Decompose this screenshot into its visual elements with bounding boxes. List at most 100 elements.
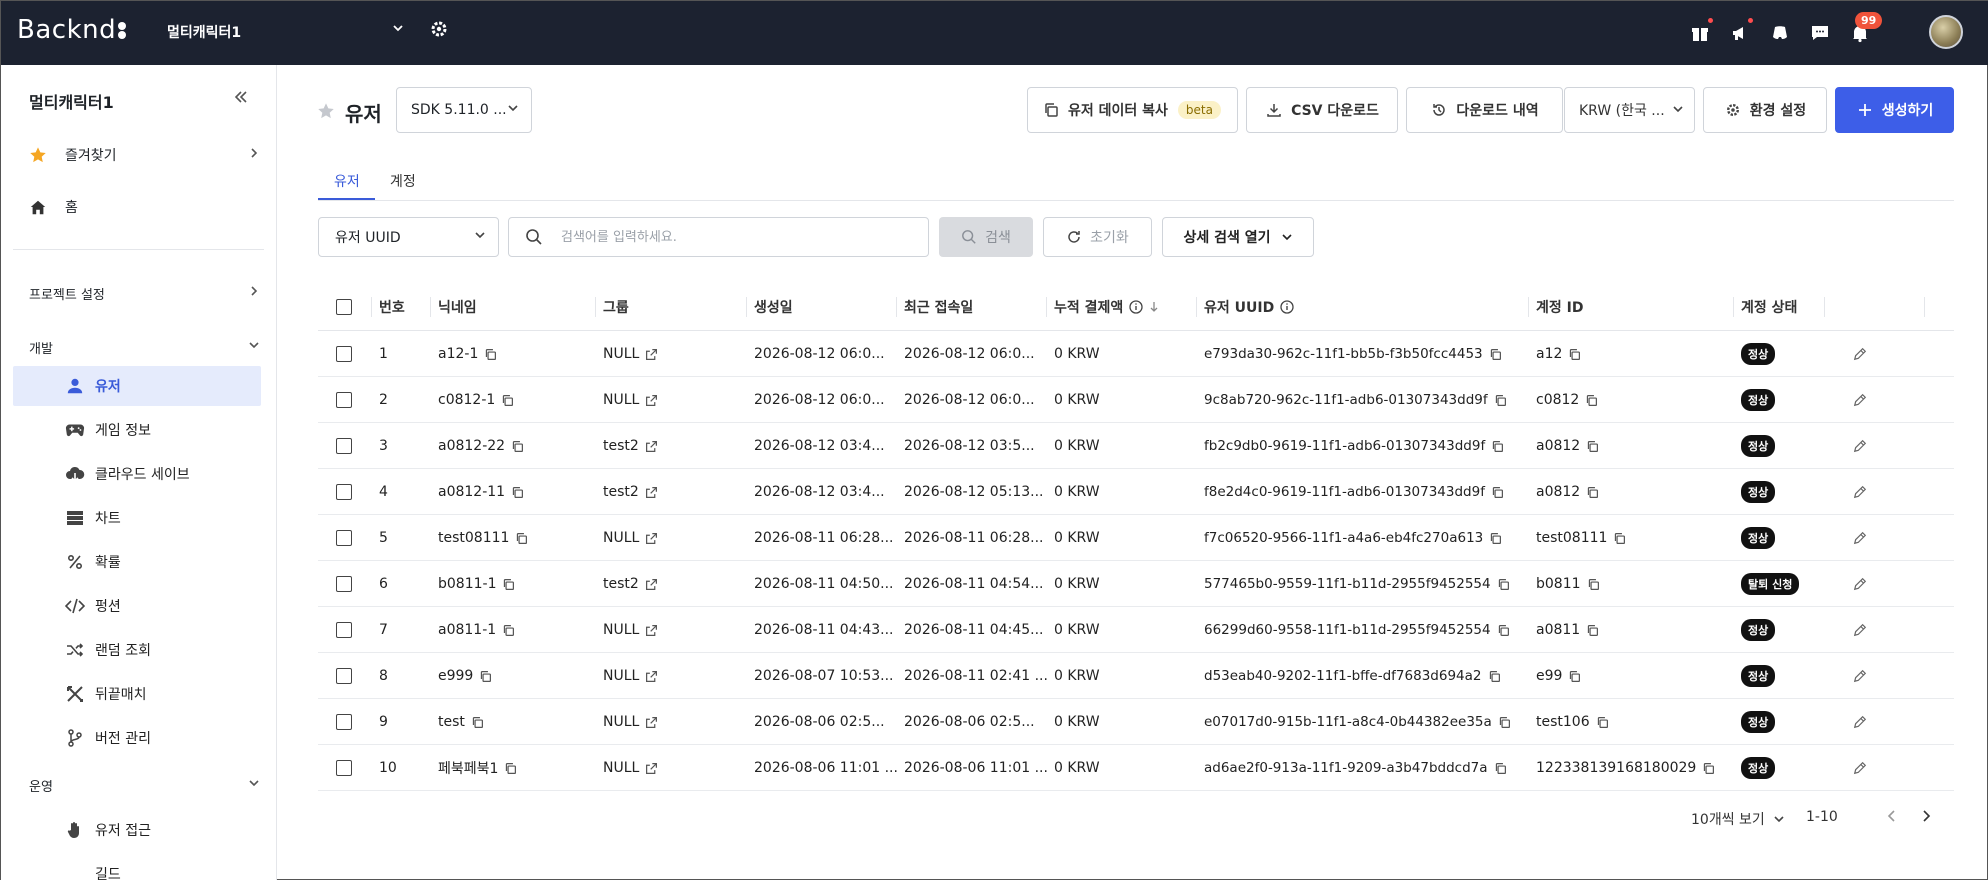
external-link-icon[interactable] bbox=[645, 624, 658, 637]
copy-icon[interactable] bbox=[471, 716, 484, 729]
favorite-star-icon[interactable] bbox=[317, 101, 335, 125]
sidebar-ops-section[interactable]: 운영 bbox=[29, 773, 260, 797]
copy-icon[interactable] bbox=[1596, 716, 1609, 729]
currency-select[interactable]: KRW (한국 ... bbox=[1564, 87, 1695, 133]
copy-icon[interactable] bbox=[504, 762, 517, 775]
reset-button[interactable]: 초기화 bbox=[1043, 217, 1152, 257]
copy-icon[interactable] bbox=[1497, 624, 1510, 637]
sidebar-item-chart[interactable]: 차트 bbox=[13, 498, 261, 538]
row-checkbox[interactable] bbox=[336, 699, 352, 745]
copy-icon[interactable] bbox=[1586, 440, 1599, 453]
external-link-icon[interactable] bbox=[645, 670, 658, 683]
copy-icon[interactable] bbox=[1586, 624, 1599, 637]
row-checkbox[interactable] bbox=[336, 377, 352, 423]
table-row[interactable]: 6 b0811-1 test2 2026-08-11 04:50... 2026-08-… bbox=[318, 561, 1954, 607]
table-row[interactable]: 8 e999 NULL 2026-08-07 10:53... 2026-08-11 0… bbox=[318, 653, 1954, 699]
copy-icon[interactable] bbox=[479, 670, 492, 683]
row-checkbox[interactable] bbox=[336, 469, 352, 515]
copy-icon[interactable] bbox=[1489, 348, 1502, 361]
copy-icon[interactable] bbox=[1587, 578, 1600, 591]
edit-pencil-icon[interactable] bbox=[1853, 515, 1867, 561]
copy-icon[interactable] bbox=[1702, 762, 1715, 775]
discord-icon[interactable] bbox=[1767, 20, 1793, 46]
copy-icon[interactable] bbox=[484, 348, 497, 361]
external-link-icon[interactable] bbox=[645, 486, 658, 499]
sidebar-favorites[interactable]: 즐겨찾기 bbox=[29, 143, 260, 167]
chat-icon[interactable] bbox=[1807, 20, 1833, 46]
backnd-logo[interactable]: Backnd bbox=[17, 15, 128, 45]
search-button[interactable]: 검색 bbox=[939, 217, 1033, 257]
download-history-button[interactable]: 다운로드 내역 bbox=[1406, 87, 1563, 133]
row-group[interactable]: NULL bbox=[603, 668, 639, 684]
copy-icon[interactable] bbox=[1488, 670, 1501, 683]
row-checkbox[interactable] bbox=[336, 745, 352, 791]
copy-icon[interactable] bbox=[1586, 486, 1599, 499]
copy-icon[interactable] bbox=[511, 440, 524, 453]
copy-icon[interactable] bbox=[1491, 486, 1504, 499]
copy-user-data-button[interactable]: 유저 데이터 복사 beta bbox=[1027, 87, 1238, 133]
copy-icon[interactable] bbox=[1494, 394, 1507, 407]
external-link-icon[interactable] bbox=[645, 578, 658, 591]
search-input[interactable] bbox=[561, 229, 901, 245]
external-link-icon[interactable] bbox=[645, 440, 658, 453]
external-link-icon[interactable] bbox=[645, 716, 658, 729]
column-header-total-paid-sort[interactable]: 누적 결제액 bbox=[1046, 283, 1159, 331]
row-group[interactable]: NULL bbox=[603, 392, 639, 408]
project-selector-label[interactable]: 멀티캐릭터1 bbox=[167, 22, 241, 42]
table-row[interactable]: 5 test08111 NULL 2026-08-11 06:28... 2026-08… bbox=[318, 515, 1954, 561]
tab-users[interactable]: 유저 bbox=[334, 171, 360, 191]
copy-icon[interactable] bbox=[501, 394, 514, 407]
sidebar-item-user-access[interactable]: 유저 접근 bbox=[13, 810, 261, 850]
row-checkbox[interactable] bbox=[336, 561, 352, 607]
sidebar-item-game-info[interactable]: 게임 정보 bbox=[13, 410, 261, 450]
gift-icon[interactable] bbox=[1687, 18, 1713, 46]
sidebar-home[interactable]: 홈 bbox=[29, 195, 260, 219]
prev-page-icon[interactable] bbox=[1885, 809, 1899, 823]
copy-icon[interactable] bbox=[515, 532, 528, 545]
sidebar-item-version[interactable]: 버전 관리 bbox=[13, 718, 261, 758]
sidebar-item-function[interactable]: 펑션 bbox=[13, 586, 261, 626]
sidebar-item-users[interactable]: 유저 bbox=[13, 366, 261, 406]
row-group[interactable]: test2 bbox=[603, 484, 639, 500]
copy-icon[interactable] bbox=[1494, 762, 1507, 775]
chevron-down-icon[interactable] bbox=[391, 21, 405, 39]
megaphone-icon[interactable] bbox=[1727, 18, 1753, 46]
page-size-select[interactable]: 10개씩 보기 bbox=[1691, 809, 1785, 829]
edit-pencil-icon[interactable] bbox=[1853, 745, 1867, 791]
edit-pencil-icon[interactable] bbox=[1853, 699, 1867, 745]
table-row[interactable]: 10 페북페북1 NULL 2026-08-06 11:01 ... 2026-08-0… bbox=[318, 745, 1954, 791]
edit-pencil-icon[interactable] bbox=[1853, 607, 1867, 653]
row-checkbox[interactable] bbox=[336, 515, 352, 561]
copy-icon[interactable] bbox=[1497, 578, 1510, 591]
table-row[interactable]: 3 a0812-22 test2 2026-08-12 03:4... 2026-08-… bbox=[318, 423, 1954, 469]
row-group[interactable]: NULL bbox=[603, 622, 639, 638]
row-group[interactable]: test2 bbox=[603, 576, 639, 592]
edit-pencil-icon[interactable] bbox=[1853, 561, 1867, 607]
edit-pencil-icon[interactable] bbox=[1853, 377, 1867, 423]
external-link-icon[interactable] bbox=[645, 762, 658, 775]
copy-icon[interactable] bbox=[511, 486, 524, 499]
sdk-version-select[interactable]: SDK 5.11.0 ... bbox=[396, 87, 532, 133]
copy-icon[interactable] bbox=[1491, 440, 1504, 453]
row-group[interactable]: NULL bbox=[603, 714, 639, 730]
create-button[interactable]: 생성하기 bbox=[1835, 87, 1954, 133]
edit-pencil-icon[interactable] bbox=[1853, 653, 1867, 699]
copy-icon[interactable] bbox=[1489, 532, 1502, 545]
project-gear-icon[interactable] bbox=[429, 19, 449, 43]
next-page-icon[interactable] bbox=[1919, 809, 1933, 823]
advanced-search-button[interactable]: 상세 검색 열기 bbox=[1162, 217, 1314, 257]
collapse-sidebar-icon[interactable] bbox=[233, 89, 249, 109]
sidebar-dev-section[interactable]: 개발 bbox=[29, 335, 260, 359]
copy-icon[interactable] bbox=[1568, 670, 1581, 683]
sidebar-item-match[interactable]: 뒤끝매치 bbox=[13, 674, 261, 714]
external-link-icon[interactable] bbox=[645, 532, 658, 545]
copy-icon[interactable] bbox=[1613, 532, 1626, 545]
copy-icon[interactable] bbox=[1498, 716, 1511, 729]
external-link-icon[interactable] bbox=[645, 394, 658, 407]
table-row[interactable]: 9 test NULL 2026-08-06 02:5... 2026-08-06 02… bbox=[318, 699, 1954, 745]
edit-pencil-icon[interactable] bbox=[1853, 423, 1867, 469]
external-link-icon[interactable] bbox=[645, 348, 658, 361]
csv-download-button[interactable]: CSV 다운로드 bbox=[1246, 87, 1398, 133]
row-group[interactable]: NULL bbox=[603, 530, 639, 546]
tab-accounts[interactable]: 계정 bbox=[390, 171, 416, 191]
